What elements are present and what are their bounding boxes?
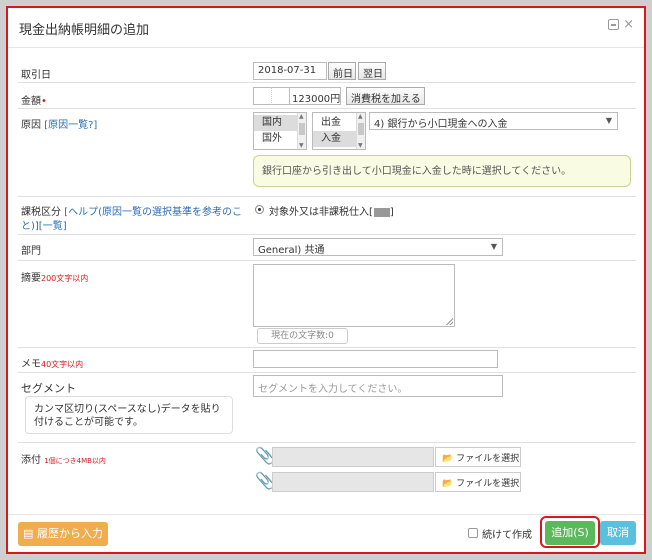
amount-label-text: 金額	[21, 96, 41, 107]
row-divider	[18, 234, 636, 235]
amount-input[interactable]: 123000円	[289, 87, 341, 105]
date-label: 取引日	[21, 70, 51, 81]
file-path-box	[272, 447, 434, 467]
header-icons: ×	[608, 18, 634, 31]
summary-counter: 現在の文字数:0	[257, 328, 348, 344]
domestic-listbox[interactable]: 国内 国外 ▲ ▼	[253, 112, 307, 150]
add-button[interactable]: 追加(S)	[545, 521, 595, 545]
add-cash-entry-dialog: 現金出納帳明細の追加 × 取引日 2018-07-31 前日 翌日 金額• 12…	[6, 6, 646, 554]
segment-input[interactable]: セグメントを入力してください。	[253, 375, 503, 397]
choose-file-button[interactable]: 📂 ファイルを選択	[435, 472, 521, 492]
attachment-limit: 1個につき4MB以内	[44, 457, 106, 465]
department-label: 部門	[21, 246, 41, 257]
row-divider	[18, 196, 636, 197]
tax-radio[interactable]	[255, 205, 264, 214]
department-select[interactable]: General) 共通 ▼	[253, 238, 503, 256]
folder-open-icon: 📂	[442, 454, 454, 464]
tax-option: 対象外又は非課税仕入[]	[269, 203, 394, 218]
dialog-header: 現金出納帳明細の追加 ×	[8, 8, 644, 48]
database-icon: ▤	[23, 527, 34, 540]
summary-textarea[interactable]	[253, 264, 455, 327]
add-tax-button[interactable]: 消費税を加える	[346, 87, 425, 105]
cancel-button[interactable]: 取消	[600, 521, 636, 545]
chevron-down-icon: ▼	[490, 242, 497, 251]
attachment-label: 添付 1個につき4MB以内	[21, 451, 106, 466]
amount-label: 金額•	[21, 92, 47, 107]
choose-file-label: ファイルを選択	[456, 479, 520, 489]
date-input[interactable]: 2018-07-31	[253, 62, 327, 80]
summary-limit: 200文字以内	[41, 274, 89, 283]
dialog-title: 現金出納帳明細の追加	[19, 23, 150, 38]
history-input-button[interactable]: ▤ 履歴から入力	[18, 522, 108, 546]
tax-option-chip: []	[369, 207, 394, 218]
close-icon[interactable]: ×	[623, 18, 634, 31]
department-selected: General) 共通	[258, 245, 325, 256]
memo-label: メモ40文字以内	[21, 355, 83, 370]
row-divider	[18, 108, 636, 109]
footer-divider	[8, 514, 644, 515]
required-mark: •	[41, 96, 47, 107]
tax-label: 課税区分 [ヘルプ(原因一覧の選択基準を参考のこと)][一覧]	[21, 206, 251, 234]
chevron-down-icon: ▼	[605, 116, 612, 125]
amount-mid-box	[271, 87, 289, 105]
reason-list-link[interactable]: [原因一覧?]	[44, 120, 97, 131]
attachment-label-text: 添付	[21, 455, 41, 466]
summary-label-text: 摘要	[21, 273, 41, 284]
minimize-icon[interactable]	[608, 19, 620, 30]
amount-unit: 円	[330, 94, 341, 105]
summary-label: 摘要200文字以内	[21, 269, 88, 284]
reason-label-text: 原因	[21, 120, 41, 131]
history-button-label: 履歴から入力	[36, 527, 103, 540]
next-day-button[interactable]: 翌日	[358, 62, 386, 80]
row-divider	[18, 347, 636, 348]
continue-checkbox[interactable]	[468, 528, 478, 538]
reason-select[interactable]: 4) 銀行から小口現金への入金 ▼	[369, 112, 618, 130]
reason-hint: 銀行口座から引き出して小口現金に入金した時に選択してください。	[253, 155, 631, 187]
amount-value: 123000	[292, 94, 331, 105]
listbox-scrollbar[interactable]: ▲ ▼	[356, 113, 365, 149]
row-divider	[18, 442, 636, 443]
resize-grip-icon[interactable]	[446, 318, 453, 325]
choose-file-button[interactable]: 📂 ファイルを選択	[435, 447, 521, 467]
file-path-box	[272, 472, 434, 492]
reason-label: 原因 [原因一覧?]	[21, 116, 97, 131]
tax-label-text: 課税区分	[21, 207, 61, 218]
memo-limit: 40文字以内	[41, 360, 84, 369]
amount-prefix-box	[253, 87, 271, 105]
choose-file-label: ファイルを選択	[456, 454, 520, 464]
memo-input[interactable]	[253, 350, 498, 368]
segment-label: セグメント	[21, 382, 76, 395]
continue-label: 続けて作成	[482, 530, 532, 541]
row-divider	[18, 372, 636, 373]
segment-note: カンマ区切り(スペースなし)データを貼り付けることが可能です。	[25, 396, 233, 434]
listbox-scrollbar[interactable]: ▲ ▼	[297, 113, 306, 149]
memo-label-text: メモ	[21, 359, 41, 370]
folder-open-icon: 📂	[442, 479, 454, 489]
direction-listbox[interactable]: 出金 入金 ▲ ▼	[312, 112, 366, 150]
tax-option-text: 対象外又は非課税仕入	[269, 207, 369, 218]
reason-selected: 4) 銀行から小口現金への入金	[374, 119, 508, 130]
row-divider	[18, 82, 636, 83]
row-divider	[18, 260, 636, 261]
prev-day-button[interactable]: 前日	[328, 62, 356, 80]
